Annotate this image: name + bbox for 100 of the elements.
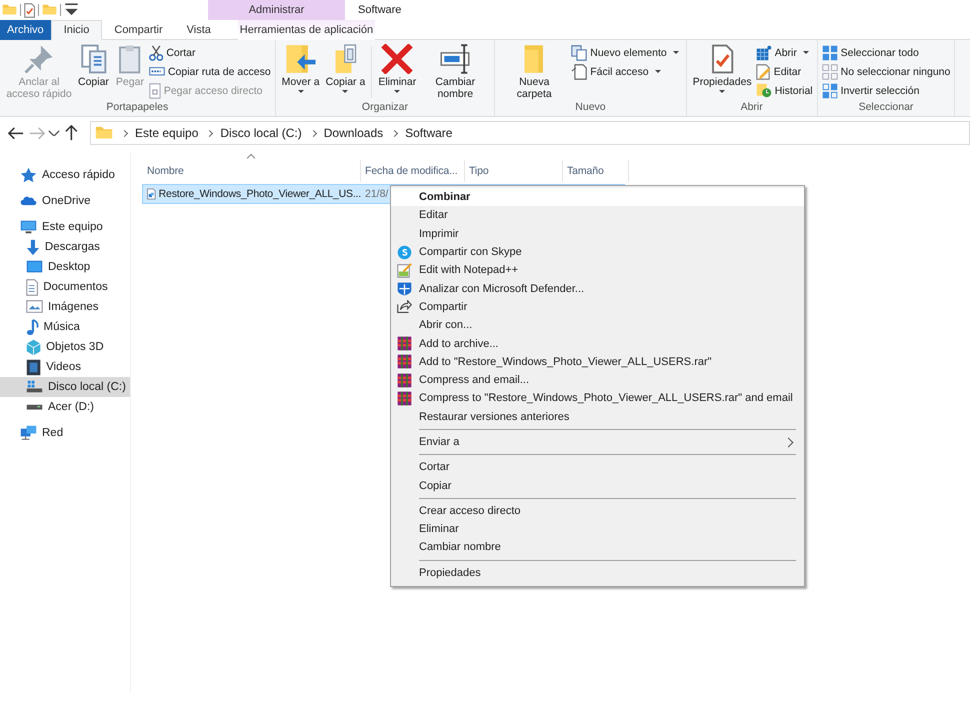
breadcrumb-item[interactable]: Downloads bbox=[324, 126, 384, 140]
sidebar-item[interactable]: Red bbox=[0, 423, 130, 443]
column-header[interactable]: Nombre bbox=[143, 160, 361, 182]
archive-icon bbox=[397, 390, 412, 406]
ribbon-tab[interactable]: Inicio bbox=[50, 20, 102, 40]
sidebar-item[interactable]: Acceso rápido bbox=[0, 165, 130, 185]
ribbon-tab[interactable]: Compartir bbox=[102, 20, 175, 40]
forward-arrow-icon bbox=[28, 126, 44, 140]
file-menu-button[interactable]: Archivo bbox=[0, 20, 51, 40]
file-name: Restore_Windows_Photo_Viewer_ALL_US... bbox=[158, 188, 361, 200]
caret-icon bbox=[48, 130, 60, 136]
folder-icon bbox=[42, 4, 58, 16]
menu-item[interactable]: Eliminar bbox=[391, 520, 804, 538]
music-note-icon bbox=[26, 318, 38, 336]
menu-item[interactable]: Cortar bbox=[391, 458, 804, 476]
ribbon-button[interactable]: Nueva carpeta bbox=[499, 42, 570, 100]
menu-item[interactable]: Compartir con Skype bbox=[391, 242, 804, 262]
ribbon-tab[interactable]: Herramientas de aplicación bbox=[238, 20, 375, 40]
cloud-icon bbox=[20, 196, 37, 206]
sidebar-item[interactable]: Videos bbox=[0, 357, 130, 377]
menu-item[interactable]: Add to archive... bbox=[391, 334, 804, 353]
menu-item[interactable]: Restaurar versiones anteriores bbox=[391, 408, 804, 426]
scissors-icon bbox=[148, 44, 164, 60]
group-label: Nuevo bbox=[574, 101, 607, 115]
ribbon-button[interactable]: Invertir selección bbox=[822, 82, 950, 99]
computer-icon bbox=[20, 220, 37, 234]
menu-item[interactable]: Abrir con... bbox=[391, 316, 804, 334]
menu-item[interactable]: Crear acceso directo bbox=[391, 502, 804, 520]
sidebar-item[interactable]: Descargas bbox=[0, 237, 130, 257]
ribbon-button[interactable]: Seleccionar todo bbox=[822, 44, 950, 61]
dropdown-icon bbox=[64, 3, 80, 17]
breadcrumb-item[interactable]: Software bbox=[405, 126, 452, 140]
ribbon-button[interactable]: Cambiar nombre bbox=[420, 42, 490, 100]
copy-icon bbox=[78, 44, 108, 74]
archive-icon bbox=[397, 372, 412, 388]
ribbon-button[interactable]: Copiar ruta de acceso bbox=[148, 63, 271, 80]
up-arrow-icon bbox=[65, 125, 78, 141]
shortcut-icon bbox=[148, 82, 161, 98]
sidebar-item[interactable]: Objetos 3D bbox=[0, 337, 130, 357]
menu-item[interactable]: Cambiar nombre bbox=[391, 538, 804, 557]
sidebar-item[interactable]: Desktop bbox=[0, 257, 130, 277]
toolbar-button[interactable] bbox=[64, 3, 80, 17]
group-label: Portapapeles bbox=[105, 101, 170, 115]
menu-item[interactable]: Copiar bbox=[391, 476, 804, 495]
menu-item[interactable]: Combinar bbox=[391, 188, 804, 206]
breadcrumb-item[interactable]: Disco local (C:) bbox=[220, 126, 302, 140]
sidebar-item[interactable]: Este equipo bbox=[0, 217, 130, 237]
column-header[interactable]: Tamaño bbox=[563, 160, 629, 182]
notepad-icon bbox=[397, 262, 412, 278]
ribbon-button[interactable]: Nuevo elemento bbox=[571, 44, 682, 61]
move-folder-icon bbox=[284, 44, 318, 74]
ribbon-button[interactable]: Fácil acceso bbox=[571, 63, 682, 80]
ribbon-button[interactable]: Mover a bbox=[280, 42, 322, 95]
download-icon bbox=[26, 238, 40, 256]
column-header[interactable]: Fecha de modifica... bbox=[361, 160, 465, 182]
menu-item[interactable]: Analizar con Microsoft Defender... bbox=[391, 279, 804, 298]
sidebar-item[interactable]: OneDrive bbox=[0, 191, 130, 211]
sidebar-item[interactable]: Acer (D:) bbox=[0, 397, 130, 417]
table-cell: 21/8/ bbox=[365, 188, 388, 200]
folder-icon bbox=[95, 126, 113, 140]
archive-icon bbox=[397, 354, 412, 370]
drive-icon bbox=[26, 404, 43, 410]
sidebar-item[interactable]: Disco local (C:) bbox=[0, 377, 130, 397]
menu-item[interactable]: Propiedades bbox=[391, 564, 804, 582]
menu-item[interactable]: Compartir bbox=[391, 298, 804, 316]
share-icon bbox=[397, 300, 412, 314]
document-icon bbox=[571, 64, 588, 80]
menu-item[interactable]: Imprimir bbox=[391, 224, 804, 243]
invert-selection-icon bbox=[822, 82, 838, 98]
ribbon-button[interactable]: Copiar bbox=[76, 42, 111, 88]
ribbon-button[interactable]: Editar bbox=[756, 63, 813, 80]
toolbar-button[interactable] bbox=[24, 2, 36, 18]
ribbon-button[interactable]: Historial bbox=[756, 82, 813, 99]
group-label: Organizar bbox=[360, 101, 410, 115]
menu-item[interactable]: Compress and email... bbox=[391, 370, 804, 390]
ribbon-button[interactable]: Propiedades bbox=[690, 42, 754, 95]
sidebar-item[interactable]: Imágenes bbox=[0, 297, 130, 317]
ribbon-button[interactable]: Cortar bbox=[148, 44, 271, 61]
column-header[interactable]: Tipo bbox=[465, 160, 563, 182]
menu-item[interactable]: Add to "Restore_Windows_Photo_Viewer_ALL_USERS.rar" bbox=[391, 352, 804, 371]
document-icon bbox=[26, 278, 38, 296]
menu-item[interactable]: Edit with Notepad++ bbox=[391, 261, 804, 280]
ribbon-button[interactable]: Eliminar bbox=[376, 42, 418, 95]
group-label: Seleccionar bbox=[858, 101, 914, 115]
breadcrumb-item[interactable]: Este equipo bbox=[135, 126, 198, 140]
history-icon bbox=[756, 83, 772, 98]
ribbon-tab[interactable]: Vista bbox=[174, 20, 223, 40]
delete-icon bbox=[380, 44, 414, 74]
select-all-icon bbox=[822, 44, 838, 60]
address-bar[interactable]: Este equipo Disco local (C:) Downloads Software bbox=[90, 121, 970, 145]
menu-item[interactable]: Editar bbox=[391, 206, 804, 225]
desktop-icon bbox=[26, 260, 43, 274]
select-none-icon bbox=[822, 64, 838, 80]
sidebar-item[interactable]: Documentos bbox=[0, 277, 130, 297]
menu-item[interactable]: Compress to "Restore_Windows_Photo_Viewer_ALL_USERS.rar" and email bbox=[391, 389, 804, 408]
ribbon-button[interactable]: No seleccionar ninguno bbox=[822, 63, 950, 80]
menu-item[interactable]: Enviar a bbox=[391, 432, 804, 452]
ribbon-button[interactable]: Abrir bbox=[756, 44, 813, 61]
sidebar-item[interactable]: Música bbox=[0, 317, 130, 337]
ribbon-button[interactable]: Copiar a bbox=[324, 42, 368, 95]
